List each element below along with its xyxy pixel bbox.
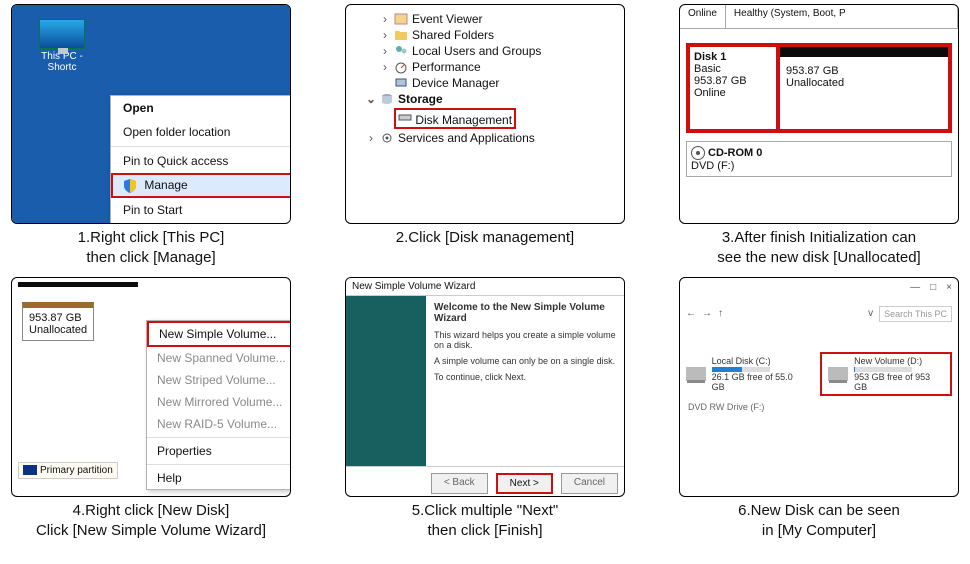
caption-2: 2.Click [Disk management] [396,228,574,248]
panel-2: ›Event Viewer ›Shared Folders ›Local Use… [345,4,625,224]
drive-local-c[interactable]: Local Disk (C:) 26.1 GB free of 55.0 GB [686,352,806,396]
volume-context-menu: New Simple Volume... New Spanned Volume.… [146,320,291,490]
this-pc-shortcut[interactable]: This PC - Shortc [26,19,98,73]
menu-item-new-spanned-volume: New Spanned Volume... [147,347,291,369]
device-manager-icon [394,76,408,90]
disk-1-info: Disk 1 Basic 953.87 GB Online [690,47,780,129]
menu-item-pin-start[interactable]: Pin to Start [111,198,291,222]
caption-6: 6.New Disk can be seenin [My Computer] [738,501,900,542]
panel-3: Online Healthy (System, Boot, P Disk 1 B… [679,4,959,224]
drive-dvd[interactable]: DVD RW Drive (F:) [688,402,764,412]
icon-label: Shortc [26,62,98,73]
cdrom-row[interactable]: CD-ROM 0 DVD (F:) [686,141,952,177]
menu-item-properties[interactable]: Properties [147,440,291,462]
drive-new-volume-d[interactable]: New Volume (D:) 953 GB free of 953 GB [820,352,952,396]
folder-icon [394,28,408,42]
wizard-text: To continue, click Next. [434,372,616,382]
disk-1-row[interactable]: Disk 1 Basic 953.87 GB Online 953.87 GB … [686,43,952,133]
wizard-heading: Welcome to the New Simple Volume Wizard [434,302,616,324]
tree-item-services[interactable]: ›Services and Applications [350,130,620,146]
search-input[interactable]: Search This PC [879,306,952,322]
legend-primary-partition: Primary partition [18,462,118,479]
menu-item-help[interactable]: Help [147,467,291,489]
tree-item-disk-management[interactable]: › Disk Management [350,107,620,130]
event-viewer-icon [394,12,408,26]
tree-item-storage[interactable]: ⌄Storage [350,91,620,107]
panel-1: This PC - Shortc Open Open folder locati… [11,4,291,224]
menu-item-new-mirrored-volume: New Mirrored Volume... [147,391,291,413]
menu-item-new-simple-volume[interactable]: New Simple Volume... [147,321,291,347]
close-button[interactable]: × [946,282,952,293]
menu-item-open-location[interactable]: Open folder location [111,120,291,144]
panel-6: — □ × ← → ↑ v Search This PC Local Disk … [679,277,959,497]
minimize-button[interactable]: — [910,282,920,293]
nav-back-icon[interactable]: ← [686,308,696,319]
panel-4: 953.87 GB Unallocated New Simple Volume.… [11,277,291,497]
wizard-text: A simple volume can only be on a single … [434,356,616,366]
users-icon [394,44,408,58]
caption-3: 3.After finish Initialization cansee the… [717,228,920,269]
cancel-button[interactable]: Cancel [561,473,618,494]
unallocated-volume[interactable]: 953.87 GB Unallocated [22,302,94,341]
performance-icon [394,60,408,74]
cdrom-icon [691,146,705,160]
drive-icon [686,367,706,381]
wizard-text: This wizard helps you create a simple vo… [434,330,616,350]
computer-icon [39,19,85,49]
next-button[interactable]: Next > [496,473,553,494]
caption-1: 1.Right click [This PC]then click [Manag… [78,228,225,269]
tree-item-event-viewer[interactable]: ›Event Viewer [350,11,620,27]
caption-5: 5.Click multiple "Next"then click [Finis… [412,501,559,542]
status-online-header: Online [680,5,726,28]
shield-icon [123,179,137,193]
tree-item-local-users[interactable]: ›Local Users and Groups [350,43,620,59]
tree-item-performance[interactable]: ›Performance [350,59,620,75]
tree-item-shared-folders[interactable]: ›Shared Folders [350,27,620,43]
disk-management-icon [398,110,412,124]
menu-item-pin-quick-access[interactable]: Pin to Quick access [111,149,291,173]
maximize-button[interactable]: □ [930,282,936,293]
storage-icon [380,92,394,106]
nav-forward-icon[interactable]: → [702,308,712,319]
context-menu: Open Open folder location Pin to Quick a… [110,95,291,224]
nav-up-icon[interactable]: ↑ [718,308,723,319]
services-icon [380,131,394,145]
menu-item-new-raid5-volume: New RAID-5 Volume... [147,413,291,435]
tree-item-device-manager[interactable]: Device Manager [350,75,620,91]
caption-4: 4.Right click [New Disk]Click [New Simpl… [36,501,266,542]
back-button: < Back [431,473,488,494]
wizard-title: New Simple Volume Wizard [346,278,624,296]
drive-icon [828,367,848,381]
menu-item-manage[interactable]: Manage [111,173,291,198]
menu-item-open[interactable]: Open [111,96,291,120]
wizard-sidebar-graphic [346,296,426,466]
menu-item-new-striped-volume: New Striped Volume... [147,369,291,391]
panel-5: New Simple Volume Wizard Welcome to the … [345,277,625,497]
status-healthy-header: Healthy (System, Boot, P [726,5,958,28]
unallocated-volume[interactable]: 953.87 GB Unallocated [780,47,948,129]
